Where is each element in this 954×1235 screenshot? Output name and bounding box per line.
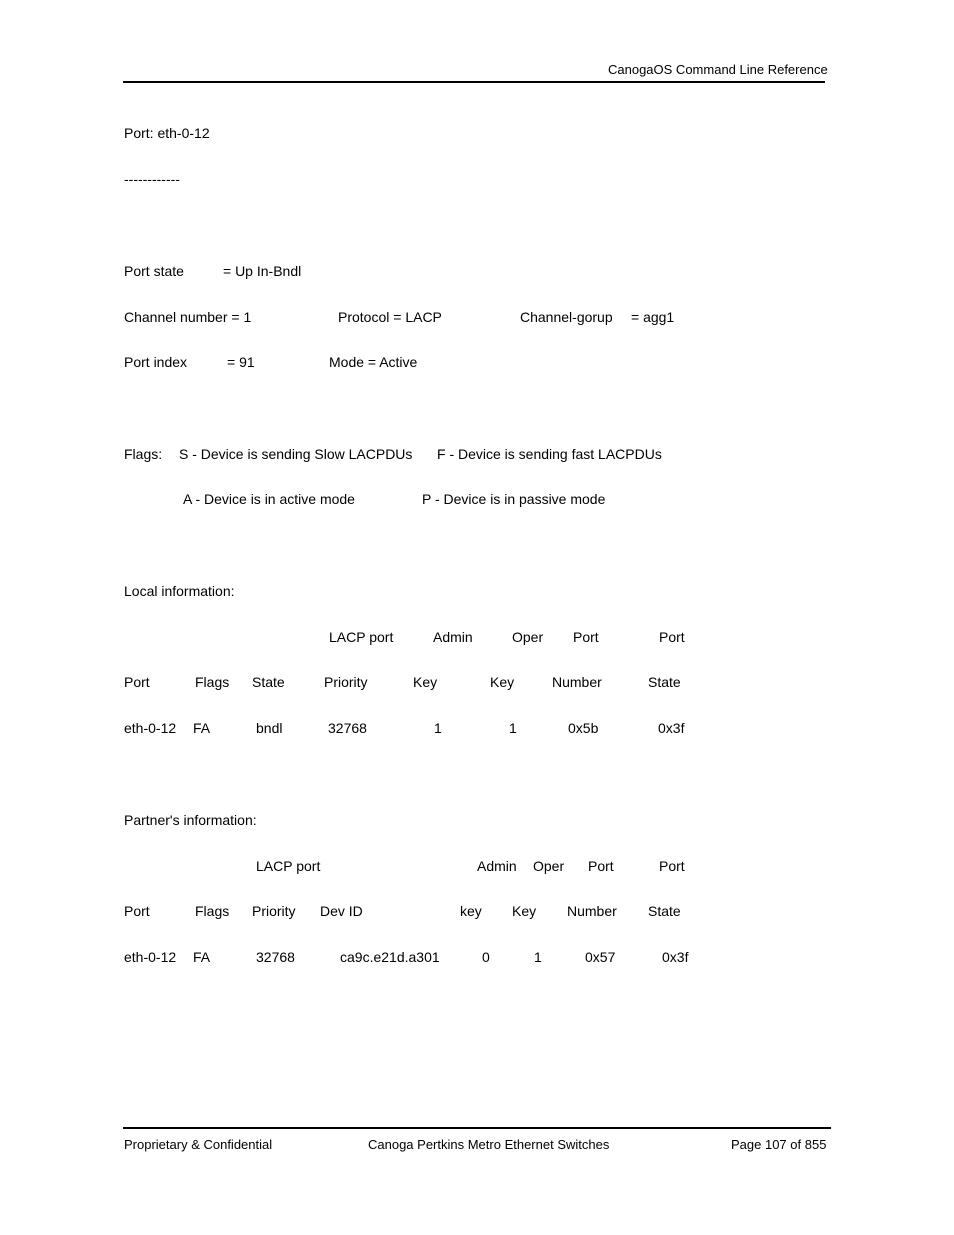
channel-number: Channel number = 1: [124, 309, 252, 325]
flag-p: P - Device is in passive mode: [422, 491, 606, 507]
flags-label: Flags:: [124, 446, 163, 462]
local-cell-priority: 32768: [328, 720, 367, 736]
partner-cell-port: eth-0-12: [124, 949, 177, 965]
local-header-oper-key: Key: [490, 674, 515, 690]
partner-header-oper-key: Key: [512, 903, 537, 919]
local-cell-port-state: 0x3f: [658, 720, 685, 736]
partner-header-dev-id: Dev ID: [320, 903, 363, 919]
partner-header-port-state: State: [648, 903, 681, 919]
separator: ------------: [124, 171, 180, 187]
local-header-port: Port: [124, 674, 150, 690]
protocol: Protocol = LACP: [338, 309, 442, 325]
mode: Mode = Active: [329, 354, 418, 370]
partner-header-top-port-number: Port: [588, 858, 614, 874]
local-cell-admin-key: 1: [434, 720, 442, 736]
local-header-port-state: State: [648, 674, 681, 690]
port-state-value: = Up In-Bndl: [223, 263, 302, 279]
header-rule: [123, 81, 825, 83]
local-cell-port: eth-0-12: [124, 720, 177, 736]
partner-cell-port-state: 0x3f: [662, 949, 689, 965]
footer-left: Proprietary & Confidential: [124, 1137, 273, 1152]
local-header-top-oper: Oper: [512, 629, 544, 645]
partner-header-top-priority: LACP port: [256, 858, 321, 874]
partner-header-admin-key: key: [460, 903, 482, 919]
local-cell-flags: FA: [193, 720, 211, 736]
local-header-top-port-number: Port: [573, 629, 599, 645]
partner-info-title: Partner's information:: [124, 812, 257, 828]
flag-s: S - Device is sending Slow LACPDUs: [179, 446, 413, 462]
channel-group-value: = agg1: [631, 309, 675, 325]
partner-cell-admin-key: 0: [482, 949, 490, 965]
partner-cell-oper-key: 1: [534, 949, 542, 965]
header-title: CanogaOS Command Line Reference: [608, 62, 828, 77]
local-header-number: Number: [552, 674, 602, 690]
port-line: Port: eth-0-12: [124, 125, 210, 141]
local-header-state: State: [252, 674, 285, 690]
port-index-value: = 91: [227, 354, 255, 370]
local-header-admin-key: Key: [413, 674, 438, 690]
partner-cell-port-number: 0x57: [585, 949, 616, 965]
flag-f: F - Device is sending fast LACPDUs: [437, 446, 662, 462]
local-header-top-priority: LACP port: [329, 629, 394, 645]
local-header-top-port-state: Port: [659, 629, 685, 645]
partner-header-flags: Flags: [195, 903, 230, 919]
partner-header-priority: Priority: [252, 903, 296, 919]
port-state-label: Port state: [124, 263, 184, 279]
local-header-top-admin: Admin: [433, 629, 473, 645]
port-index-label: Port index: [124, 354, 188, 370]
partner-header-top-port-state: Port: [659, 858, 685, 874]
local-header-flags: Flags: [195, 674, 230, 690]
partner-header-top-oper: Oper: [533, 858, 565, 874]
flag-a: A - Device is in active mode: [183, 491, 355, 507]
channel-group-label: Channel-gorup: [520, 309, 613, 325]
footer-rule: [123, 1127, 831, 1129]
partner-header-top-admin: Admin: [477, 858, 517, 874]
footer-page-number: Page 107 of 855: [731, 1137, 827, 1152]
partner-header-port: Port: [124, 903, 150, 919]
partner-cell-dev-id: ca9c.e21d.a301: [340, 949, 440, 965]
local-header-priority: Priority: [324, 674, 368, 690]
partner-header-number: Number: [567, 903, 617, 919]
partner-cell-flags: FA: [193, 949, 211, 965]
local-cell-state: bndl: [256, 720, 283, 736]
partner-cell-priority: 32768: [256, 949, 295, 965]
local-info-title: Local information:: [124, 583, 235, 599]
footer-center: Canoga Pertkins Metro Ethernet Switches: [368, 1137, 610, 1152]
local-cell-port-number: 0x5b: [568, 720, 599, 736]
local-cell-oper-key: 1: [509, 720, 517, 736]
